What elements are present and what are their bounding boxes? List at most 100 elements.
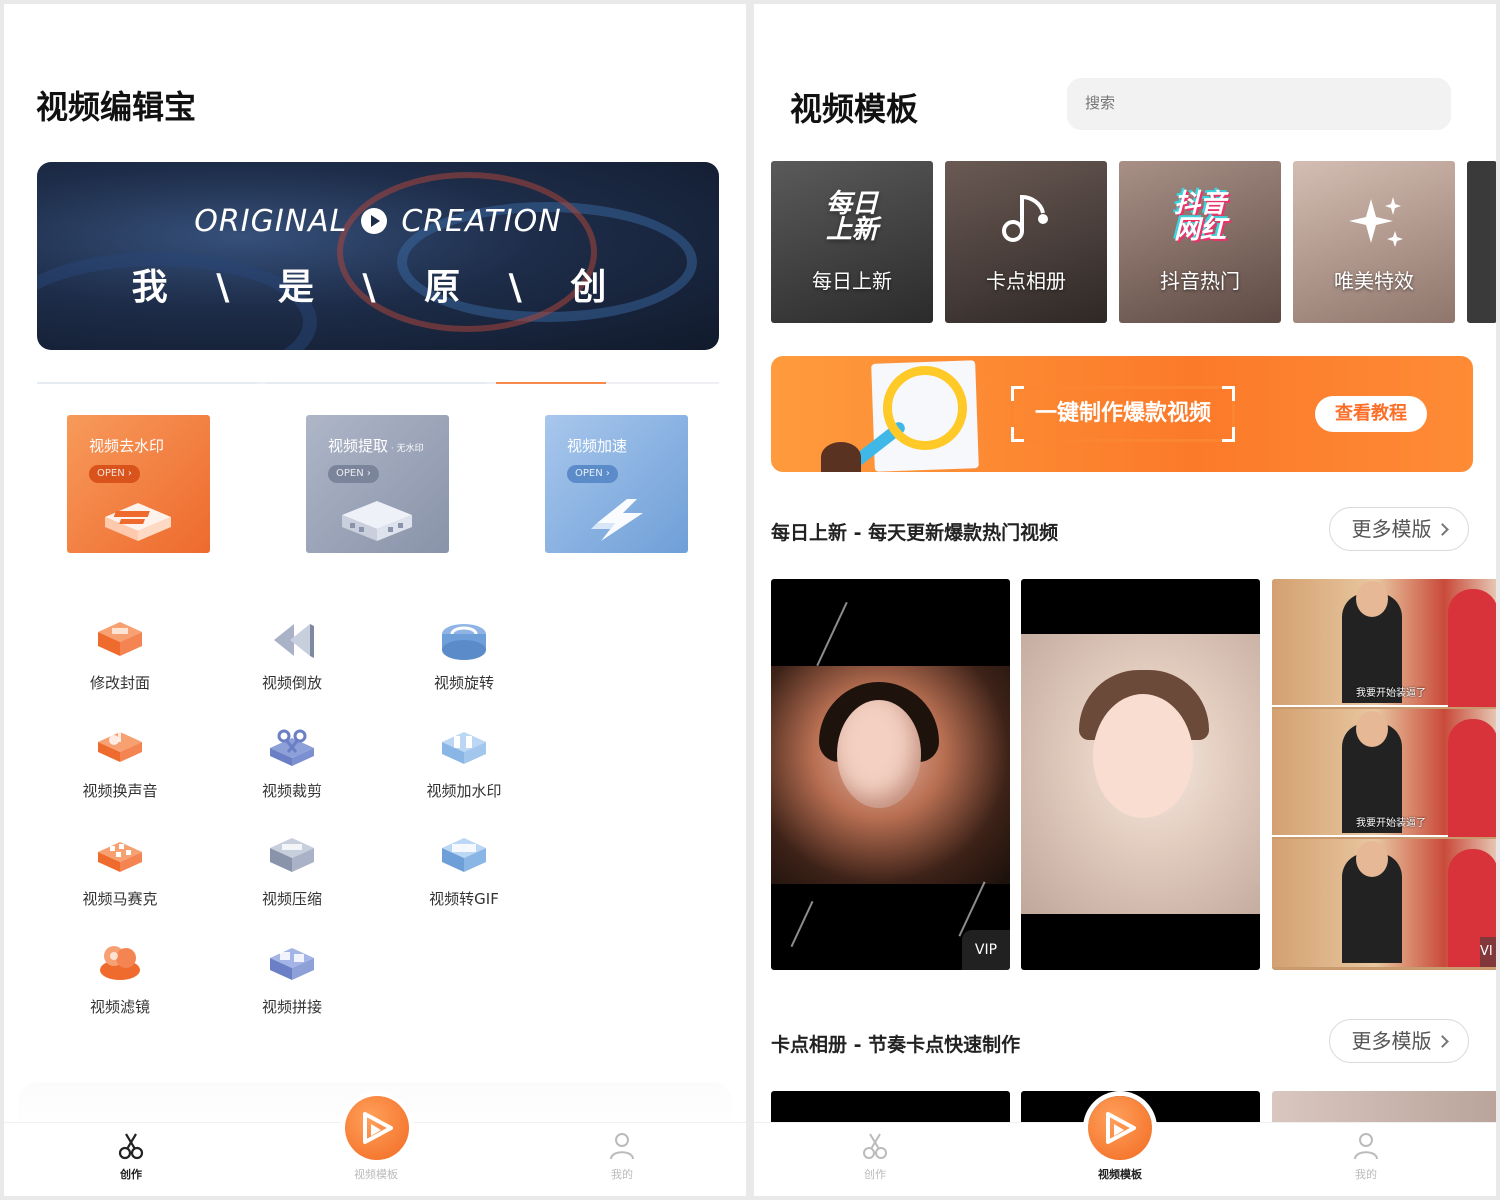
category-tiktok-hot[interactable]: 抖音 网红 抖音热门: [1119, 161, 1281, 323]
tab-label: 创作: [120, 1168, 142, 1181]
tool-merge[interactable]: 视频拼接: [232, 940, 352, 1017]
tool-label: 视频滤镜: [89, 998, 150, 1016]
tool-label: 视频倒放: [261, 674, 322, 692]
tab-create[interactable]: 创作: [71, 1131, 191, 1182]
rotate-icon: [442, 624, 486, 660]
tool-audio-swap[interactable]: 视频换声音: [60, 724, 180, 801]
section-title-beat: 卡点相册 - 节奏卡点快速制作: [771, 1034, 1021, 1056]
thumb-woman: [1448, 589, 1496, 707]
search-input[interactable]: [1067, 78, 1451, 130]
templates-fab[interactable]: [1088, 1096, 1152, 1160]
light-streak: [958, 881, 986, 937]
feature-card-remove-watermark[interactable]: 视频去水印 OPEN ›: [67, 415, 210, 553]
promo-banner[interactable]: 一键制作爆款视频 查看教程: [771, 356, 1473, 472]
tool-label: 视频换声音: [82, 782, 158, 800]
more-label: 更多模版: [1351, 517, 1432, 541]
vip-badge: VI: [1480, 937, 1496, 967]
feature-card-title: 视频提取 · 无水印: [328, 435, 424, 456]
open-button[interactable]: OPEN ›: [89, 465, 140, 483]
vip-badge: VIP: [962, 930, 1010, 970]
open-button[interactable]: OPEN ›: [567, 465, 618, 483]
category-beauty-effects[interactable]: 唯美特效: [1293, 161, 1455, 323]
category-art-text: 每日 上新: [825, 189, 878, 245]
category-next-partial[interactable]: [1467, 161, 1496, 323]
tool-cover[interactable]: 修改封面: [60, 616, 180, 693]
carousel-indicator: [37, 382, 719, 384]
promo-hand: [821, 442, 861, 472]
gif-icon: [442, 838, 486, 872]
tool-reverse[interactable]: 视频倒放: [232, 616, 352, 693]
tool-label: 视频马赛克: [82, 890, 158, 908]
tool-mosaic[interactable]: 视频马赛克: [60, 832, 180, 909]
tool-label: 视频转GIF: [429, 890, 499, 908]
play-icon: [361, 208, 388, 234]
tool-compress[interactable]: 视频压缩: [232, 832, 352, 909]
merge-icon: [270, 948, 314, 980]
hero-slogan-en: ORIGINAL CREATION: [37, 204, 719, 239]
tab-label: 我的: [611, 1168, 633, 1181]
cover-icon: [98, 622, 142, 656]
scissors-icon: [863, 1133, 887, 1159]
tool-label: 视频拼接: [261, 998, 322, 1016]
category-beat-album[interactable]: 卡点相册: [945, 161, 1107, 323]
light-streak: [790, 900, 814, 948]
thumb-panel: 我要开始装逼了: [1272, 579, 1496, 707]
template-tile[interactable]: [1021, 579, 1260, 970]
tool-filter[interactable]: 视频滤镜: [60, 940, 180, 1017]
chevron-right-icon: [1435, 523, 1449, 536]
view-tutorial-button[interactable]: 查看教程: [1315, 396, 1427, 432]
feature-card-title-text: 视频去水印: [89, 437, 165, 455]
tool-rotate[interactable]: 视频旋转: [404, 616, 524, 693]
thumb-face: [1093, 694, 1193, 818]
tab-mine[interactable]: 我的: [562, 1131, 682, 1182]
tool-crop[interactable]: 视频裁剪: [232, 724, 352, 801]
category-daily-new[interactable]: 每日 上新 每日上新: [771, 161, 933, 323]
film-extract-icon: [342, 501, 412, 541]
feature-card-title-text: 视频提取: [328, 437, 389, 455]
tool-label: 视频加水印: [426, 782, 502, 800]
filter-icon: [100, 946, 140, 980]
templates-fab[interactable]: [345, 1096, 409, 1160]
hero-banner[interactable]: ORIGINAL CREATION 我 \ 是 \ 原 \ 创: [37, 162, 719, 350]
tool-label: 视频压缩: [261, 890, 322, 908]
magnifier-icon: [883, 366, 967, 450]
audio-swap-icon: [98, 732, 142, 762]
tab-create[interactable]: 创作: [815, 1131, 935, 1182]
tool-label: 视频旋转: [433, 674, 494, 692]
more-templates-button[interactable]: 更多模版: [1329, 507, 1469, 551]
tab-label: 视频模板: [354, 1168, 398, 1181]
feature-card-speed-up[interactable]: 视频加速 OPEN ›: [545, 415, 688, 553]
feature-card-subtitle: · 无水印: [388, 444, 424, 454]
indicator-segment: [606, 382, 719, 384]
indicator-segment-active: [496, 382, 606, 384]
tab-label: 我的: [1355, 1168, 1377, 1181]
hero-slogan-cn: 我 \ 是 \ 原 \ 创: [131, 267, 625, 308]
thumb-face: [837, 700, 921, 808]
category-label: 每日上新: [812, 269, 892, 293]
template-thumbnail: [771, 666, 1010, 884]
tool-label: 修改封面: [89, 674, 150, 692]
tool-gif[interactable]: 视频转GIF: [404, 832, 524, 909]
tool-add-watermark[interactable]: 视频加水印: [404, 724, 524, 801]
stage: 视频编辑宝 ORIGINAL CREATION 我 \ 是 \ 原 \ 创 视频去…: [0, 0, 1500, 1200]
feature-card-video-extract[interactable]: 视频提取 · 无水印 OPEN ›: [306, 415, 449, 553]
user-icon: [1354, 1133, 1378, 1160]
scissors-icon: [118, 1133, 144, 1160]
open-button[interactable]: OPEN ›: [328, 465, 379, 483]
more-templates-button[interactable]: 更多模版: [1329, 1019, 1469, 1063]
template-thumbnail: [1021, 634, 1260, 914]
template-tile[interactable]: 我要开始装逼了 我要开始装逼了 VI: [1272, 579, 1496, 970]
lightning-icon: [591, 499, 643, 541]
category-label: 抖音热门: [1160, 269, 1240, 293]
hero-word-original: ORIGINAL: [194, 204, 348, 239]
promo-text: 一键制作爆款视频: [1034, 401, 1211, 426]
create-screen: 视频编辑宝 ORIGINAL CREATION 我 \ 是 \ 原 \ 创 视频去…: [4, 4, 746, 1196]
page-title: 视频模板: [790, 90, 919, 128]
template-tile[interactable]: VIP: [771, 579, 1010, 970]
category-label: 卡点相册: [986, 269, 1066, 293]
tab-mine[interactable]: 我的: [1306, 1131, 1426, 1182]
chevron-right-icon: [1435, 1035, 1449, 1048]
music-note-icon: [1002, 194, 1048, 242]
thumb-woman: [1448, 719, 1496, 837]
hero-word-creation: CREATION: [401, 204, 562, 239]
